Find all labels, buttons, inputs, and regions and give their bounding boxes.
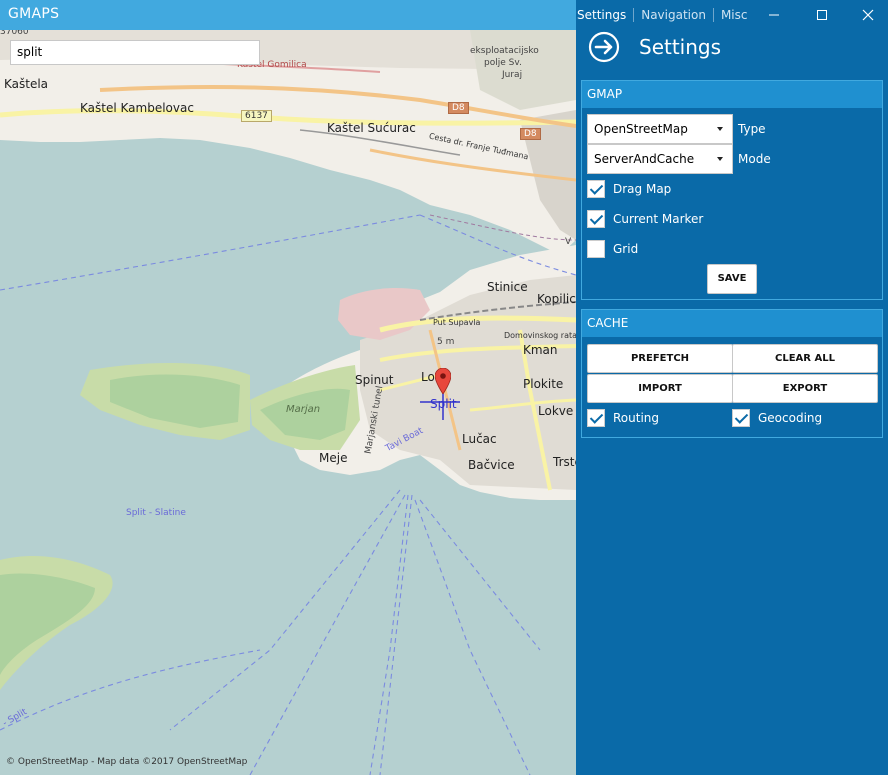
- mode-select-value: ServerAndCache: [594, 152, 695, 166]
- map-label-cut-code: 37060: [0, 30, 29, 37]
- drag-map-checkbox[interactable]: [587, 180, 605, 198]
- map-label-lucac: Lučac: [462, 432, 497, 446]
- search-input[interactable]: split: [10, 40, 260, 65]
- routing-checkbox[interactable]: [587, 409, 605, 427]
- current-marker-label: Current Marker: [613, 212, 704, 226]
- geocoding-checkbox[interactable]: [732, 409, 750, 427]
- map-label-kopilica: Kopilica: [537, 292, 576, 306]
- type-label: Type: [738, 122, 766, 136]
- map-view[interactable]: Kaštela Kaštel Kambelovac Kaštel Sućurac…: [0, 30, 576, 775]
- tab-settings[interactable]: Settings: [576, 8, 633, 22]
- prefetch-button[interactable]: PREFETCH: [587, 344, 733, 373]
- page-title: Settings: [639, 35, 722, 59]
- grid-checkbox-row[interactable]: Grid: [587, 240, 638, 258]
- map-label-spinut: Spinut: [355, 373, 394, 387]
- map-label-kman: Kman: [523, 343, 558, 357]
- tab-navigation[interactable]: Navigation: [634, 8, 713, 22]
- gmap-group: GMAP OpenStreetMap Type ServerAndCache M…: [581, 80, 883, 300]
- map-label-kastel-kambelovac: Kaštel Kambelovac: [80, 101, 194, 115]
- grid-label: Grid: [613, 242, 639, 256]
- settings-panel: Settings GMAP OpenStreetMap Type ServerA…: [576, 30, 888, 775]
- map-label-split: Split: [430, 397, 457, 411]
- road-shield-6137: 6137: [241, 110, 272, 122]
- map-attribution: © OpenStreetMap - Map data ©2017 OpenStr…: [6, 757, 248, 767]
- map-label-trstenik: Trste: [553, 455, 576, 469]
- gmap-group-header: GMAP: [582, 81, 882, 108]
- map-label-stinice: Stinice: [487, 280, 528, 294]
- map-label-put-supavla: Put Supavla: [433, 318, 481, 327]
- map-label-eksploatacijsko: eksploatacijsko: [470, 46, 539, 56]
- routing-label: Routing: [613, 411, 660, 425]
- nav-tabs: Settings Navigation Misc: [576, 8, 755, 22]
- map-label-meje: Meje: [319, 451, 348, 465]
- map-label-juraj: Juraj: [502, 70, 523, 80]
- geocoding-label: Geocoding: [758, 411, 823, 425]
- mode-select[interactable]: ServerAndCache: [587, 144, 733, 174]
- cache-group-header: CACHE: [582, 310, 882, 337]
- import-button[interactable]: IMPORT: [587, 374, 733, 403]
- chevron-down-icon: [717, 157, 723, 161]
- map-label-polje: polje Sv.: [484, 58, 522, 68]
- map-label-bacvice: Bačvice: [468, 458, 515, 472]
- routing-checkbox-row[interactable]: Routing: [587, 409, 659, 427]
- clear-all-button[interactable]: CLEAR ALL: [732, 344, 878, 373]
- map-label-kastel-sucurac: Kaštel Sućurac: [327, 121, 416, 135]
- chevron-down-icon: [717, 127, 723, 131]
- map-label-lokve: Lokve: [538, 404, 574, 418]
- export-button[interactable]: EXPORT: [732, 374, 878, 403]
- map-label-kastela: Kaštela: [4, 77, 49, 91]
- type-select-value: OpenStreetMap: [594, 122, 688, 136]
- tab-misc[interactable]: Misc: [714, 8, 755, 22]
- grid-checkbox[interactable]: [587, 240, 605, 258]
- window-controls-bar: Settings Navigation Misc: [576, 0, 888, 30]
- minimize-icon[interactable]: [764, 5, 784, 25]
- mode-label: Mode: [738, 152, 771, 166]
- road-shield-d8: D8: [448, 102, 469, 114]
- map-label-domovinskog: Domovinskog rata: [504, 331, 576, 340]
- current-marker-checkbox[interactable]: [587, 210, 605, 228]
- app-title: GMAPS: [8, 6, 60, 22]
- map-label-5m: 5 m: [437, 337, 455, 347]
- current-marker-checkbox-row[interactable]: Current Marker: [587, 210, 703, 228]
- cache-group: CACHE PREFETCH CLEAR ALL IMPORT EXPORT R…: [581, 309, 883, 438]
- drag-map-checkbox-row[interactable]: Drag Map: [587, 180, 671, 198]
- map-tiles: [0, 30, 576, 775]
- type-select[interactable]: OpenStreetMap: [587, 114, 733, 144]
- title-bar: GMAPS: [0, 0, 576, 30]
- back-arrow-icon[interactable]: [588, 31, 620, 63]
- maximize-icon[interactable]: [812, 5, 832, 25]
- map-label-split-slatine: Split - Slatine: [126, 508, 186, 518]
- map-label-v: V: [565, 237, 572, 247]
- drag-map-label: Drag Map: [613, 182, 672, 196]
- geocoding-checkbox-row[interactable]: Geocoding: [732, 409, 822, 427]
- road-shield-d8-2: D8: [520, 128, 541, 140]
- map-label-marjan: Marjan: [286, 404, 321, 415]
- save-button[interactable]: SAVE: [707, 264, 757, 294]
- map-label-plokite: Plokite: [523, 377, 564, 391]
- close-icon[interactable]: [858, 5, 878, 25]
